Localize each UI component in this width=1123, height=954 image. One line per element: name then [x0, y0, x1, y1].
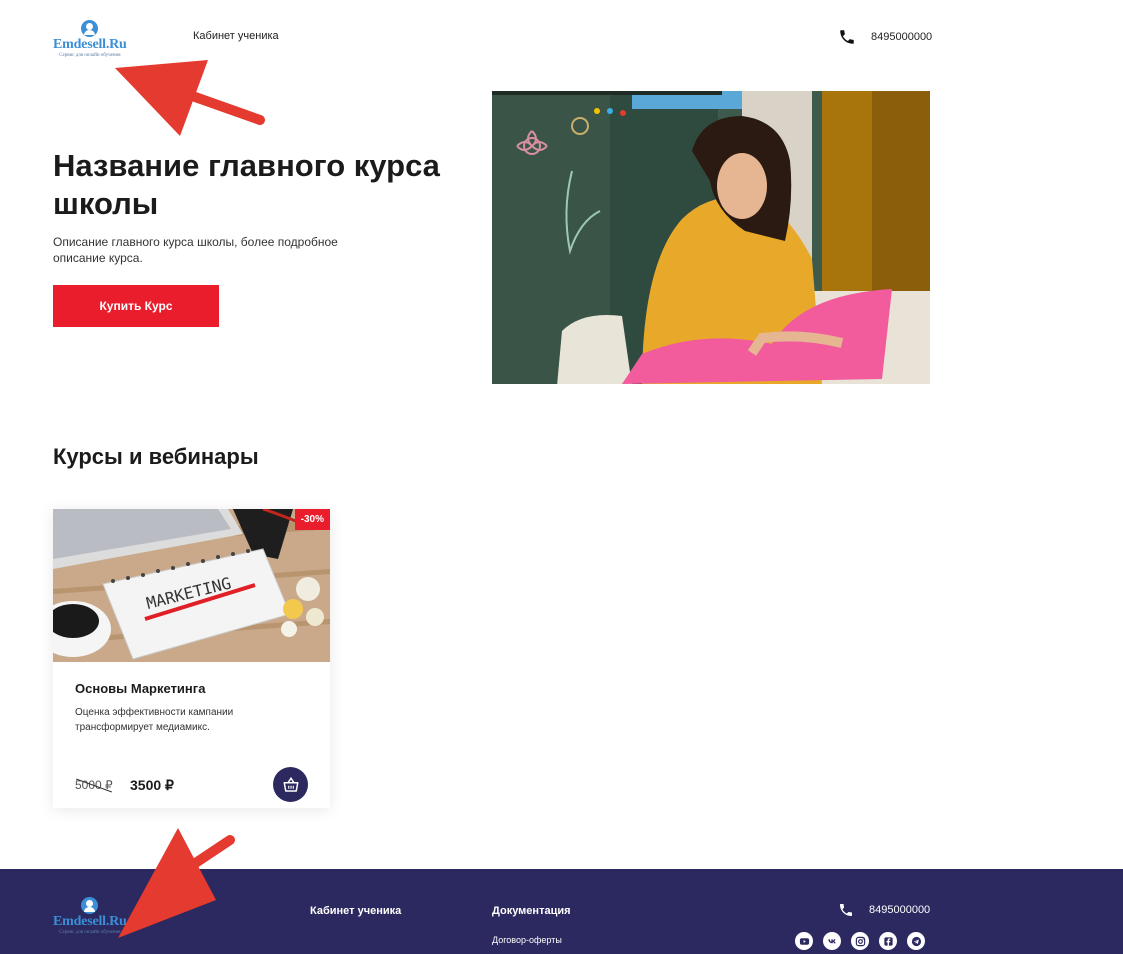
- footer-logo-tagline: Сервис для онлайн обучения: [59, 930, 121, 935]
- instagram-icon[interactable]: [851, 932, 869, 950]
- header-phone[interactable]: 8495000000: [838, 28, 932, 46]
- annotation-arrow-top: [115, 60, 265, 136]
- social-links: [795, 932, 925, 950]
- buy-course-button[interactable]: Купить Курс: [53, 285, 219, 327]
- footer-offer-link[interactable]: Договор-оферты: [492, 935, 562, 945]
- phone-icon: [840, 904, 852, 916]
- header-phone-number: 8495000000: [871, 31, 933, 43]
- footer-cabinet-link[interactable]: Кабинет ученика: [310, 905, 401, 917]
- footer-docs-title[interactable]: Документация: [492, 905, 571, 917]
- course-card-title[interactable]: Основы Маркетинга: [75, 681, 205, 696]
- course-new-price: 3500 ₽: [130, 777, 174, 793]
- footer-logo[interactable]: Emdesell.Ru Сервис для онлайн обучения: [53, 897, 127, 935]
- footer-phone-number: 8495000000: [869, 904, 931, 916]
- telegram-icon[interactable]: [907, 932, 925, 950]
- footer: Emdesell.Ru Сервис для онлайн обучения К…: [0, 869, 1123, 954]
- courses-section-title: Курсы и вебинары: [53, 444, 259, 469]
- logo-tagline: Сервис для онлайн обучения: [59, 53, 121, 58]
- vk-icon[interactable]: [823, 932, 841, 950]
- hero-description: Описание главного курса школы, более под…: [53, 235, 338, 265]
- course-card-description: Оценка эффективности кампании трансформи…: [75, 707, 234, 733]
- add-to-cart-button[interactable]: [273, 767, 308, 802]
- phone-icon: [840, 30, 854, 44]
- logo-name: Emdesell.Ru: [53, 37, 127, 52]
- discount-badge: -30%: [294, 509, 330, 530]
- nav-cabinet-link[interactable]: Кабинет ученика: [193, 30, 279, 42]
- logo-person-icon: [81, 897, 99, 914]
- basket-icon: [283, 776, 298, 792]
- header-logo[interactable]: Emdesell.Ru Сервис для онлайн обучения: [53, 20, 127, 58]
- logo-person-icon: [81, 20, 99, 37]
- hero-title: Название главного курса школы: [53, 148, 440, 221]
- course-card-image: MARKETING -30%: [53, 509, 330, 662]
- facebook-icon[interactable]: [879, 932, 897, 950]
- course-old-price: 5000 ₽: [75, 778, 113, 792]
- course-card[interactable]: MARKETING -30% Основы Маркетинга Оценка …: [53, 509, 330, 808]
- hero-image: [492, 91, 930, 384]
- footer-logo-name: Emdesell.Ru: [53, 914, 127, 929]
- footer-phone[interactable]: 8495000000: [838, 902, 930, 918]
- youtube-icon[interactable]: [795, 932, 813, 950]
